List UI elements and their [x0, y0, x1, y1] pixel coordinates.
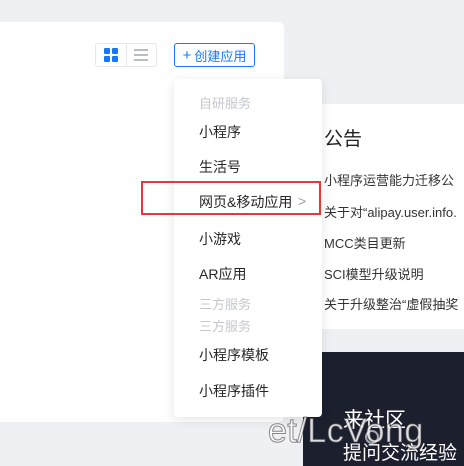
- watermark-badge-icon: [365, 430, 379, 444]
- list-view-button[interactable]: [127, 44, 157, 66]
- menu-item-mini-game[interactable]: 小游戏: [199, 229, 241, 249]
- menu-group-self-developed: 自研服务: [199, 96, 252, 111]
- create-app-button[interactable]: + 创建应用: [174, 43, 255, 67]
- notice-item[interactable]: MCC类目更新: [324, 233, 406, 252]
- highlight-annotation-box: [141, 181, 321, 215]
- app-console-page: + 创建应用 公告 小程序运营能力迁移公 关于对“alipay.user.inf…: [0, 0, 464, 466]
- notice-item[interactable]: 关于升级整治“虚假抽奖: [324, 294, 458, 313]
- create-app-label: 创建应用: [194, 48, 247, 64]
- create-app-dropdown: [174, 79, 322, 417]
- grid-icon: [103, 48, 118, 62]
- notice-item[interactable]: 小程序运营能力迁移公: [324, 170, 454, 189]
- notice-item[interactable]: 关于对“alipay.user.info.: [324, 202, 457, 221]
- notice-title: 公告: [324, 129, 363, 150]
- menu-item-mini-program[interactable]: 小程序: [199, 122, 241, 142]
- menu-item-life-account[interactable]: 生活号: [199, 157, 241, 177]
- menu-item-ar-app[interactable]: AR应用: [199, 264, 246, 284]
- notice-item[interactable]: SCI模型升级说明: [324, 264, 424, 283]
- watermark-text: et/LcVong: [268, 412, 424, 451]
- grid-view-button[interactable]: [96, 44, 126, 66]
- menu-item-mini-program-template[interactable]: 小程序模板: [199, 345, 269, 365]
- menu-item-mini-program-plugin[interactable]: 小程序插件: [199, 381, 269, 401]
- list-icon: [134, 49, 149, 61]
- view-mode-toggle: [95, 43, 157, 67]
- menu-group-third-party: 三方服务: [199, 297, 252, 312]
- menu-group-third-party: 三方服务: [199, 319, 252, 334]
- plus-icon: +: [182, 46, 192, 64]
